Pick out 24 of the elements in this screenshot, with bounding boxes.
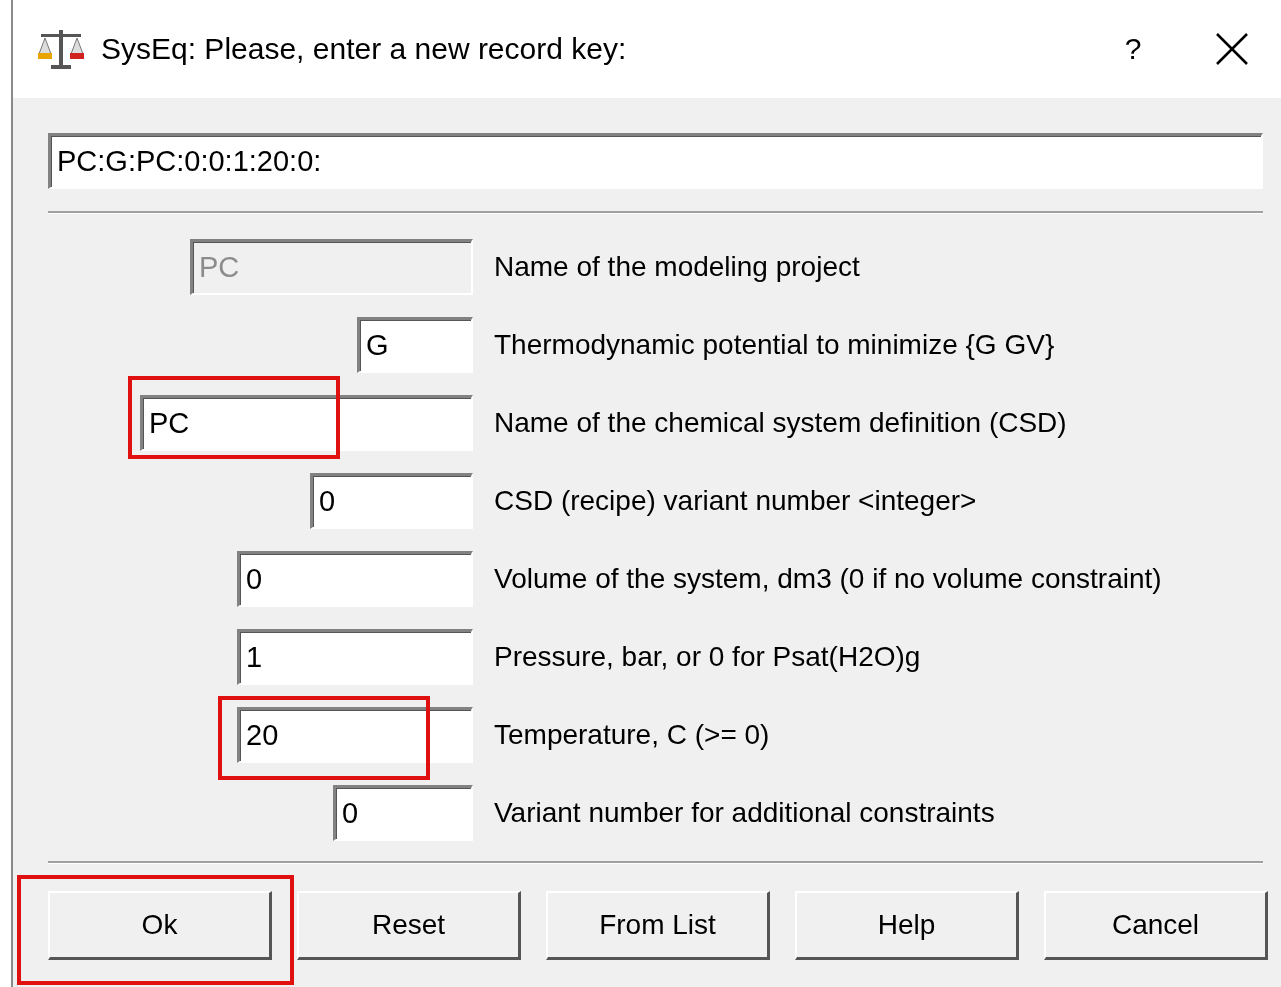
field-label: Pressure, bar, or 0 for Psat(H2O)g [494,641,921,673]
window-title: SysEq: Please, enter a new record key: [101,32,628,66]
input-field[interactable]: 0 [333,785,473,841]
dialog-button[interactable]: Reset [297,891,521,960]
record-key-field[interactable]: PC:G:PC:0:0:1:20:0: [48,133,1263,189]
field-label: Volume of the system, dm3 (0 if no volume constraint) [494,563,1162,595]
field-label: CSD (recipe) variant number <integer> [494,485,977,517]
input-field[interactable]: PC [140,395,473,451]
field-label: Variant number for additional constraints [494,797,995,829]
field-label: Name of the chemical system definition (CSD) [494,407,1067,439]
dialog-button[interactable]: Ok [48,891,272,960]
field-label: Thermodynamic potential to minimize {G GV} [494,329,1055,361]
input-field[interactable]: 0 [310,473,473,529]
close-button[interactable] [1215,32,1249,66]
help-button[interactable]: ? [1103,32,1163,66]
dialog-button[interactable]: Cancel [1044,891,1268,960]
input-field[interactable]: 1 [237,629,473,685]
dialog-button[interactable]: From List [546,891,770,960]
input-field[interactable]: G [357,317,473,373]
field-label: Temperature, C (>= 0) [494,719,770,751]
input-field[interactable]: 20 [237,707,473,763]
field-label: Name of the modeling project [494,251,860,283]
dialog-button[interactable]: Help [795,891,1019,960]
input-field[interactable]: 0 [237,551,473,607]
